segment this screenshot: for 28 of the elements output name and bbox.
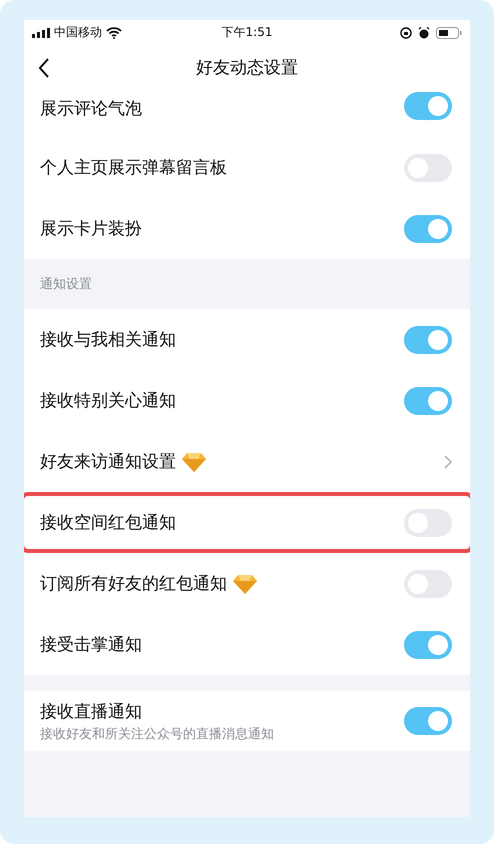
back-icon[interactable] (38, 58, 50, 78)
setting-label: 个人主页展示弹幕留言板 (40, 157, 227, 179)
setting-label: 接收特别关心通知 (40, 390, 176, 412)
rotation-lock-icon (400, 26, 412, 38)
toggle-switch[interactable] (404, 214, 452, 242)
battery-icon (436, 26, 462, 38)
setting-label: 接收直播通知 (40, 700, 142, 722)
toggle-switch[interactable] (404, 92, 452, 120)
setting-label: 接受击掌通知 (40, 634, 142, 656)
clock-time: 下午1:51 (222, 25, 272, 39)
toggle-switch[interactable] (404, 707, 452, 735)
setting-label: 好友来访通知设置 (40, 451, 176, 473)
page-title: 好友动态设置 (196, 57, 298, 79)
setting-description: 接收好友和所关注公众号的直播消息通知 (40, 726, 275, 742)
setting-label: 展示评论气泡 (40, 98, 142, 120)
setting-label: 接收与我相关通知 (40, 329, 176, 351)
wifi-icon (106, 26, 122, 38)
toggle-switch[interactable] (404, 386, 452, 414)
setting-label: 订阅所有好友的红包通知 (40, 573, 227, 595)
setting-label: 展示卡片装扮 (40, 218, 142, 240)
setting-label: 接收空间红包通知 (40, 512, 176, 534)
toggle-switch[interactable] (404, 630, 452, 658)
section-header: 通知设置 (40, 276, 92, 293)
carrier-name: 中国移动 (54, 24, 102, 41)
chevron-right-icon[interactable] (444, 454, 452, 468)
signal-icon (32, 28, 50, 38)
alarm-icon (418, 26, 430, 38)
toggle-switch[interactable] (404, 326, 452, 354)
